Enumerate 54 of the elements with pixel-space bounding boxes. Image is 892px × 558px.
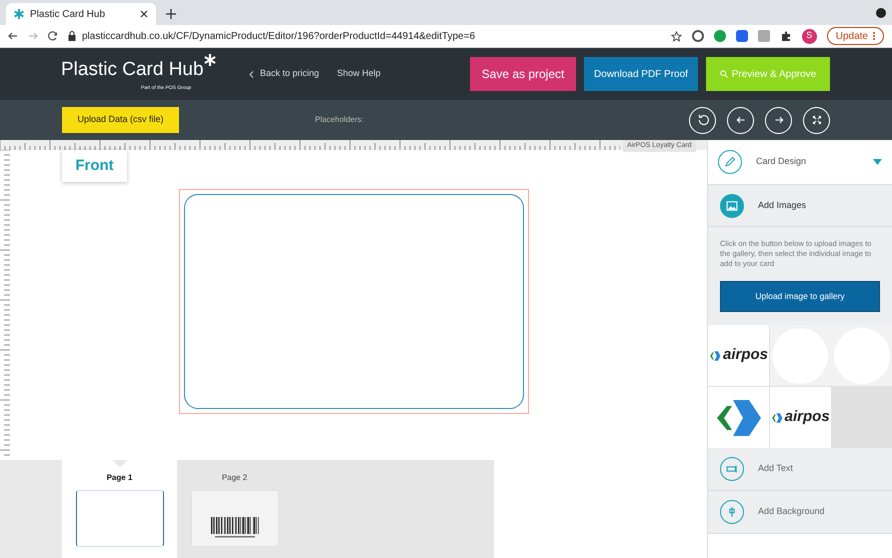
star-icon[interactable] <box>670 30 682 42</box>
puzzle-icon[interactable] <box>780 30 792 42</box>
panel-item-label: Add Background <box>758 505 825 518</box>
fullscreen-icon[interactable] <box>803 106 830 134</box>
upload-data-button[interactable]: Upload Data (csv file) <box>62 107 179 133</box>
update-button[interactable]: Update <box>826 27 884 45</box>
extension-icon[interactable] <box>714 30 726 42</box>
tab-menu-icon[interactable] <box>876 8 886 18</box>
logo-text: Plastic Card Hub <box>61 58 204 82</box>
pencil-icon <box>718 150 742 174</box>
download-button[interactable]: Download PDF Proof <box>584 57 698 91</box>
lock-icon <box>68 31 76 41</box>
background-icon <box>720 500 744 524</box>
chevron-left-icon <box>249 70 254 78</box>
save-button[interactable]: Save as project <box>470 57 576 91</box>
url-text[interactable]: plasticcardhub.co.uk/CF/DynamicProduct/Editor/196?orderProductId=44914&editType=6 <box>82 28 476 44</box>
page-label: Page 2 <box>222 472 248 484</box>
gallery-image[interactable]: airpos <box>708 325 769 386</box>
tab-title: Plastic Card Hub <box>30 8 106 22</box>
back-arrow-icon[interactable] <box>8 31 18 41</box>
profile-avatar[interactable]: S <box>802 28 817 44</box>
chevron-logo-icon <box>770 412 783 424</box>
airpos-wordmark: airpos <box>722 345 768 366</box>
close-icon[interactable] <box>140 10 148 18</box>
extension-icon[interactable] <box>736 30 748 42</box>
asterisk-logo-icon <box>204 54 216 66</box>
gallery-image[interactable]: airpos <box>770 387 831 448</box>
show-help-link[interactable]: Show Help <box>337 67 381 81</box>
page-label: Page 1 <box>106 472 132 484</box>
images-icon <box>720 194 744 218</box>
search-icon <box>720 70 728 78</box>
browser-tab[interactable]: Plastic Card Hub <box>6 3 156 25</box>
section-title: Card Design <box>756 155 808 168</box>
caret-icon[interactable] <box>873 159 882 165</box>
asterisk-favicon-icon <box>14 9 24 19</box>
barcode-icon <box>210 517 258 539</box>
upload-image-button[interactable]: Upload image to gallery <box>720 281 880 312</box>
back-to-pricing-link[interactable]: Back to pricing <box>260 67 320 81</box>
panel-item-label: Add Text <box>758 462 793 476</box>
reset-icon[interactable] <box>689 106 716 134</box>
airpos-wordmark: airpos <box>784 407 830 428</box>
gallery-image[interactable] <box>708 387 769 448</box>
text-icon <box>720 457 744 481</box>
panel-item-label: Add Images <box>758 198 806 212</box>
placeholders-label: Placeholders: <box>315 114 364 126</box>
panel-item[interactable]: Add Background <box>708 491 892 534</box>
extension-icon[interactable] <box>692 30 704 42</box>
page-thumbnail-tab[interactable]: Page 1 <box>62 460 177 558</box>
chevron-logo-icon <box>708 350 721 362</box>
chevron-logo-icon <box>714 398 762 438</box>
reload-icon[interactable] <box>48 31 58 41</box>
panel-item[interactable]: Add Text <box>708 448 892 491</box>
panel-item[interactable]: Add Images <box>708 184 892 227</box>
new-tab-icon[interactable] <box>166 9 176 19</box>
